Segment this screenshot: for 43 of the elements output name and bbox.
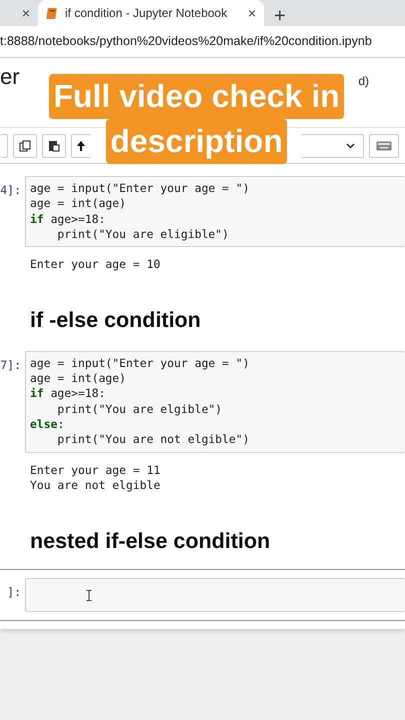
jupyter-logo-text: er bbox=[0, 62, 20, 90]
code-line: age = int(age) bbox=[30, 371, 128, 386]
caption-banner: description bbox=[106, 119, 287, 164]
section-heading: if -else condition bbox=[29, 307, 202, 334]
cell-type-select[interactable] bbox=[301, 134, 364, 158]
output-line: You are not elgible bbox=[30, 478, 162, 494]
copy-icon bbox=[19, 140, 31, 152]
text-cursor-icon bbox=[86, 590, 92, 601]
code-line: print("You are elgible") bbox=[56, 402, 224, 417]
code-line: print("You are eligible") bbox=[56, 226, 230, 242]
code-line: print("You are not elgible") bbox=[56, 432, 250, 448]
chevron-icon bbox=[346, 142, 355, 148]
close-icon[interactable]: × bbox=[22, 2, 30, 24]
copy-button[interactable] bbox=[13, 134, 37, 158]
cell-prompt: ]: bbox=[6, 584, 22, 602]
close-icon[interactable]: × bbox=[248, 2, 256, 24]
code-line: if age>=18: bbox=[30, 212, 106, 227]
keyboard-button[interactable] bbox=[369, 134, 399, 158]
up-arrow-icon bbox=[76, 140, 86, 152]
caption-banner: Full video check in bbox=[49, 74, 344, 119]
kernel-status: d) bbox=[358, 73, 369, 90]
code-line: age = int(age) bbox=[30, 196, 128, 212]
cell-prompt: 7]: bbox=[0, 356, 22, 374]
address-url: t:8888/notebooks/python%20videos%20make/if%20condition.ipynb bbox=[0, 33, 372, 50]
output-line: Enter your age = 11 bbox=[30, 462, 162, 478]
browser-tab[interactable]: × bbox=[0, 0, 38, 26]
new-tab-button[interactable]: + bbox=[270, 6, 290, 26]
move-up-button[interactable] bbox=[71, 134, 91, 158]
output-line: Enter your age = 10 bbox=[30, 257, 162, 272]
code-line: if age>=18: bbox=[30, 386, 106, 402]
code-cell-input[interactable]: age = input("Enter your age = ") age = int(age) if age>=18: print("You are eligible") bbox=[25, 176, 405, 248]
code-line: age = input("Enter your age = ") bbox=[30, 356, 250, 372]
notebook-icon bbox=[46, 6, 59, 20]
code-cell-input[interactable]: age = input("Enter your age = ") age = int(age) if age>=18: print("You are elgible") else: print("You are not elgible") bbox=[25, 350, 405, 453]
cell-prompt: 4]: bbox=[0, 182, 22, 199]
paste-icon bbox=[48, 140, 60, 152]
code-line: age = input("Enter your age = ") bbox=[30, 181, 250, 196]
paste-button[interactable] bbox=[42, 134, 66, 158]
section-heading: nested if-else condition bbox=[29, 528, 272, 556]
code-cell-input[interactable] bbox=[25, 578, 405, 612]
keyboard-icon bbox=[376, 140, 392, 150]
browser-tab[interactable]: if condition - Jupyter Notebook × bbox=[38, 0, 264, 26]
code-line: else: bbox=[30, 416, 66, 432]
